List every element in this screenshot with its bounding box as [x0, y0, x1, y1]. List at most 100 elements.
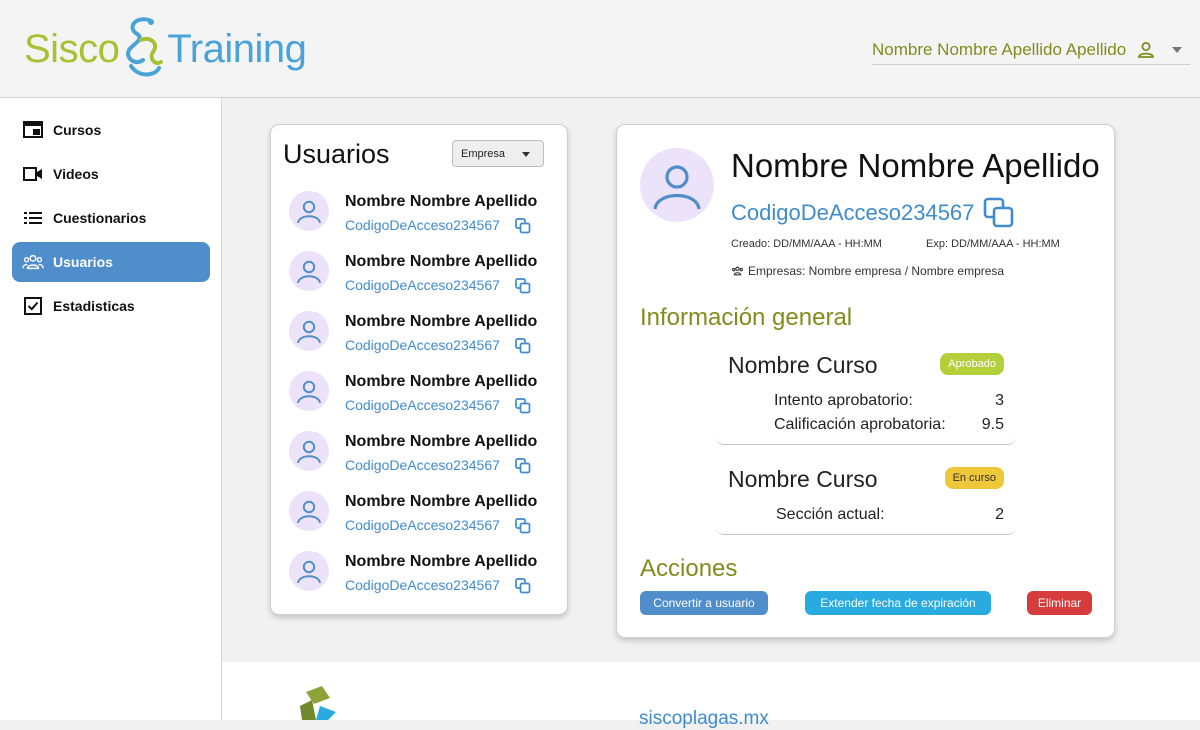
companies-line: Empresas: Nombre empresa / Nombre empres…: [731, 264, 1004, 278]
users-group-icon: [731, 266, 744, 276]
stat-value: 9.5: [981, 416, 1004, 433]
person-icon: [297, 440, 321, 464]
sisco-footer-logo-icon: [298, 684, 348, 725]
list-item[interactable]: Nombre Nombre Apellido CodigoDeAcceso234…: [289, 251, 559, 303]
users-group-icon: [22, 251, 44, 273]
course-card: Nombre Curso Aprobado Intento aprobatori…: [716, 343, 1016, 445]
list-item[interactable]: Nombre Nombre Apellido CodigoDeAcceso234…: [289, 311, 559, 363]
sidebar-item-label: Cuestionarios: [53, 210, 147, 226]
logo-text-training: Training: [167, 26, 307, 71]
avatar: [640, 148, 714, 222]
user-access-code: CodigoDeAcceso234567: [345, 337, 500, 353]
copy-icon[interactable]: [983, 197, 1015, 229]
user-access-code: CodigoDeAcceso234567: [345, 457, 500, 473]
sidebar-item-estadisticas[interactable]: Estadisticas: [12, 286, 210, 326]
sidebar: Cursos Videos Cuestionarios Usuarios Est…: [0, 98, 222, 720]
copy-icon[interactable]: [515, 218, 531, 234]
users-panel: Usuarios Empresa Nombre Nombre Apellido …: [270, 124, 568, 615]
list-item[interactable]: Nombre Nombre Apellido CodigoDeAcceso234…: [289, 371, 559, 423]
stat-value: 2: [995, 506, 1004, 523]
caret-down-icon[interactable]: [1172, 47, 1183, 53]
person-icon: [297, 200, 321, 224]
window-icon: [22, 119, 44, 141]
person-icon: [297, 380, 321, 404]
course-name: Nombre Curso: [728, 352, 878, 378]
extend-expiration-button[interactable]: Extender fecha de expiración: [805, 591, 991, 615]
stat-value: 3: [995, 392, 1004, 409]
sidebar-item-cuestionarios[interactable]: Cuestionarios: [12, 198, 210, 238]
footer: siscoplagas.mx: [222, 662, 1200, 729]
siscoplagas-link[interactable]: siscoplagas.mx: [639, 708, 769, 730]
list-icon: [22, 207, 44, 229]
video-camera-icon: [22, 163, 44, 185]
sidebar-item-cursos[interactable]: Cursos: [12, 110, 210, 150]
sidebar-item-label: Videos: [53, 166, 99, 182]
user-name: Nombre Nombre Apellido: [345, 433, 538, 450]
detail-access-code: CodigoDeAcceso234567: [731, 200, 975, 225]
avatar: [289, 431, 329, 471]
sisco-training-logo[interactable]: Sisco Training: [24, 14, 307, 85]
top-header: Sisco Training Nombre Nombre Apellido Ap…: [0, 0, 1200, 98]
user-detail-panel: Nombre Nombre Apellido CodigoDeAcceso234…: [616, 124, 1115, 638]
user-access-code: CodigoDeAcceso234567: [345, 397, 500, 413]
person-icon: [297, 500, 321, 524]
user-name: Nombre Nombre Apellido: [345, 253, 538, 270]
user-menu-name: Nombre Nombre Apellido Apellido: [872, 40, 1127, 59]
companies-text: Empresas: Nombre empresa / Nombre empres…: [748, 264, 1005, 278]
copy-icon[interactable]: [515, 338, 531, 354]
sidebar-item-label: Cursos: [53, 122, 102, 138]
user-name: Nombre Nombre Apellido: [345, 373, 538, 390]
caret-down-icon: [522, 152, 530, 157]
course-card: Nombre Curso En curso Sección actual: 2: [716, 457, 1016, 535]
person-icon: [297, 560, 321, 584]
person-icon: [1136, 40, 1156, 60]
company-filter-select[interactable]: Empresa: [452, 140, 544, 167]
status-badge: Aprobado: [940, 353, 1004, 375]
person-icon: [653, 165, 701, 210]
copy-icon[interactable]: [515, 578, 531, 594]
avatar: [289, 551, 329, 591]
user-menu[interactable]: Nombre Nombre Apellido Apellido: [872, 36, 1190, 65]
stat-label: Calificación aprobatoria:: [774, 416, 946, 433]
avatar: [289, 311, 329, 351]
avatar: [289, 371, 329, 411]
copy-icon[interactable]: [515, 278, 531, 294]
user-access-code: CodigoDeAcceso234567: [345, 577, 500, 593]
sidebar-item-label: Estadisticas: [53, 298, 135, 314]
list-item[interactable]: Nombre Nombre Apellido CodigoDeAcceso234…: [289, 551, 559, 603]
delete-button[interactable]: Eliminar: [1027, 591, 1092, 615]
sidebar-item-label: Usuarios: [53, 254, 113, 270]
copy-icon[interactable]: [515, 458, 531, 474]
copy-icon[interactable]: [515, 398, 531, 414]
copy-icon[interactable]: [515, 518, 531, 534]
created-date: Creado: DD/MM/AAA - HH:MM: [731, 238, 882, 250]
sidebar-item-videos[interactable]: Videos: [12, 154, 210, 194]
avatar: [289, 191, 329, 231]
stat-label: Intento aprobatorio:: [774, 392, 913, 409]
avatar: [289, 251, 329, 291]
avatar: [289, 491, 329, 531]
stat-label: Sección actual:: [776, 506, 885, 523]
user-access-code: CodigoDeAcceso234567: [345, 217, 500, 233]
scorpion-logo-icon: [121, 14, 165, 85]
user-name: Nombre Nombre Apellido: [345, 553, 538, 570]
list-item[interactable]: Nombre Nombre Apellido CodigoDeAcceso234…: [289, 431, 559, 483]
logo-text-sisco: Sisco: [24, 26, 120, 71]
user-access-code: CodigoDeAcceso234567: [345, 277, 500, 293]
user-name: Nombre Nombre Apellido: [345, 193, 538, 210]
users-panel-title: Usuarios: [283, 139, 390, 169]
sidebar-item-usuarios[interactable]: Usuarios: [12, 242, 210, 282]
convert-to-user-button[interactable]: Convertir a usuario: [640, 591, 768, 615]
course-name: Nombre Curso: [728, 466, 878, 492]
list-item[interactable]: Nombre Nombre Apellido CodigoDeAcceso234…: [289, 191, 559, 243]
company-filter-value: Empresa: [461, 147, 506, 160]
actions-title: Acciones: [640, 555, 738, 582]
list-item[interactable]: Nombre Nombre Apellido CodigoDeAcceso234…: [289, 491, 559, 543]
detail-user-name: Nombre Nombre Apellido: [731, 147, 1100, 184]
person-icon: [297, 320, 321, 344]
status-badge: En curso: [944, 467, 1004, 489]
user-name: Nombre Nombre Apellido: [345, 493, 538, 510]
general-info-title: Información general: [640, 304, 853, 331]
checkbox-icon: [22, 295, 44, 317]
user-name: Nombre Nombre Apellido: [345, 313, 538, 330]
